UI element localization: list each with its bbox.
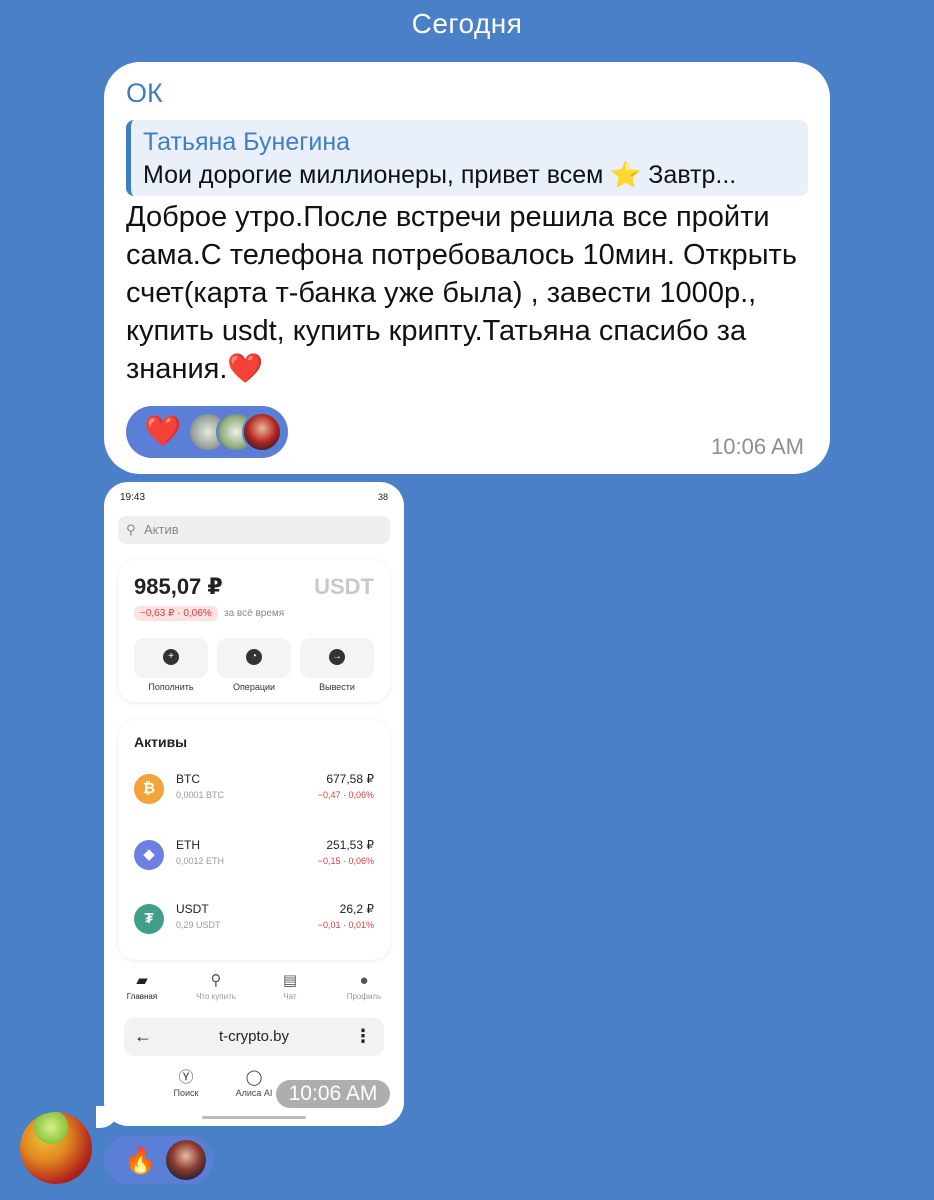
date-header: Сегодня (411, 8, 523, 39)
plus-icon: + (163, 649, 179, 665)
profile-icon: ● (359, 972, 369, 989)
asset-change: −0,01 · 0,01% (317, 920, 374, 930)
nav-label: Чат (283, 992, 297, 1001)
asset-amount: 0,0012 ETH (176, 856, 225, 866)
more-vertical-icon: ⋮ (354, 1026, 372, 1046)
fire-reaction-icon[interactable]: 🔥 (124, 1144, 156, 1176)
asset-amount: 0,29 USDT (176, 920, 221, 930)
browser-tab-search: Ⓨ Поиск (156, 1068, 216, 1098)
lime-decoration (34, 1112, 68, 1144)
nav-item-chat: ▤ Чат (260, 972, 320, 1001)
ethereum-icon: ◆ (134, 840, 164, 870)
balance-card: 985,07 ₽ USDT −0,63 ₽ · 0,06% за всё вре… (118, 560, 390, 702)
asset-name: BTC (176, 772, 200, 786)
sender-name[interactable]: ОК (126, 78, 163, 109)
screenshot-image[interactable]: 19:43 38 ⚲ Актив 985,07 ₽ USDT −0,63 ₽ ·… (104, 482, 404, 1126)
asset-row: ₮ USDT 0,29 USDT 26,2 ₽ −0,01 · 0,01% (118, 900, 390, 940)
status-time: 19:43 (120, 492, 146, 503)
assets-card: Активы ₿ BTC 0,0001 BTC 677,58 ₽ −0,47 ·… (118, 720, 390, 960)
reply-quote[interactable]: Татьяна Бунегина Мои дорогие миллионеры,… (126, 120, 808, 196)
browser-tab-label: Алиса AI (235, 1088, 273, 1098)
browser-tab-alice: ◯ Алиса AI (224, 1068, 284, 1098)
asset-value: 251,53 ₽ (326, 838, 374, 852)
message-time: 10:06 AM (711, 434, 804, 459)
reactions-bar[interactable]: ❤️ (126, 406, 288, 458)
sender-avatar[interactable] (20, 1112, 92, 1184)
asset-name: USDT (176, 902, 209, 916)
alice-icon: ◯ (245, 1069, 263, 1086)
message-bubble[interactable]: ОК Татьяна Бунегина Мои дорогие миллионе… (104, 62, 830, 474)
reply-author: Татьяна Бунегина (143, 128, 351, 156)
action-label: Вывести (319, 682, 355, 692)
asset-amount: 0,0001 BTC (176, 790, 225, 800)
briefcase-icon: ▰ (136, 972, 148, 989)
balance-value: 985,07 ₽ (134, 574, 223, 599)
browser-tab-label: Поиск (173, 1088, 199, 1098)
nav-item-home: ▰ Главная (112, 972, 172, 1001)
nav-label: Главная (126, 992, 158, 1001)
asset-change: −0,15 · 0,06% (317, 856, 374, 866)
action-label: Пополнить (148, 682, 194, 692)
reactor-avatar (166, 1140, 206, 1180)
nav-item-what-to-buy: ⚲ Что купить (186, 972, 246, 1001)
arrow-right-icon: → (329, 649, 345, 665)
search-placeholder: Актив (144, 522, 179, 537)
heart-reaction-icon[interactable]: ❤️ (144, 414, 181, 450)
asset-value: 26,2 ₽ (339, 902, 374, 916)
app-bottom-nav: ▰ Главная ⚲ Что купить ▤ Чат ● Профиль (104, 972, 404, 1012)
asset-name: ETH (176, 838, 200, 852)
asset-value: 677,58 ₽ (326, 772, 374, 786)
reactor-avatar (242, 412, 282, 452)
action-label: Операции (232, 682, 276, 692)
search-input: ⚲ Актив (118, 516, 390, 544)
nav-label: Что купить (196, 992, 236, 1001)
nav-item-profile: ● Профиль (334, 972, 394, 1001)
photo-time: 10:06 AM (276, 1080, 390, 1108)
home-indicator (202, 1116, 306, 1119)
asset-row: ◆ ETH 0,0012 ETH 251,53 ₽ −0,15 · 0,06% (118, 836, 390, 876)
search-icon: ⚲ (210, 972, 222, 989)
bitcoin-icon: ₿ (134, 774, 164, 804)
reply-text: Мои дорогие миллионеры, привет всем ⭐ За… (143, 161, 737, 189)
change-badge: −0,63 ₽ · 0,06% (134, 606, 218, 621)
search-icon: ⚲ (126, 522, 136, 537)
change-period: за всё время (224, 608, 285, 619)
asset-row: ₿ BTC 0,0001 BTC 677,58 ₽ −0,47 · 0,06% (118, 770, 390, 810)
operations-button: ◔ (217, 638, 291, 678)
battery-indicator: 38 (377, 492, 388, 502)
asset-change: −0,47 · 0,06% (317, 790, 374, 800)
currency-label: USDT (314, 574, 374, 599)
browser-url: t-crypto.by (218, 1028, 290, 1045)
photo-reactions-bar[interactable]: 🔥 (104, 1136, 214, 1184)
assets-title: Активы (134, 734, 188, 750)
chat-icon: ▤ (282, 972, 298, 989)
message-text: Доброе утро.После встречи решила все про… (126, 201, 797, 385)
nav-label: Профиль (346, 992, 382, 1001)
withdraw-button: → (300, 638, 374, 678)
tether-icon: ₮ (134, 904, 164, 934)
yandex-icon: Ⓨ (178, 1069, 194, 1086)
clock-icon: ◔ (246, 649, 262, 665)
browser-address-bar: ← t-crypto.by ⋮ (124, 1018, 384, 1056)
topup-button: + (134, 638, 208, 678)
